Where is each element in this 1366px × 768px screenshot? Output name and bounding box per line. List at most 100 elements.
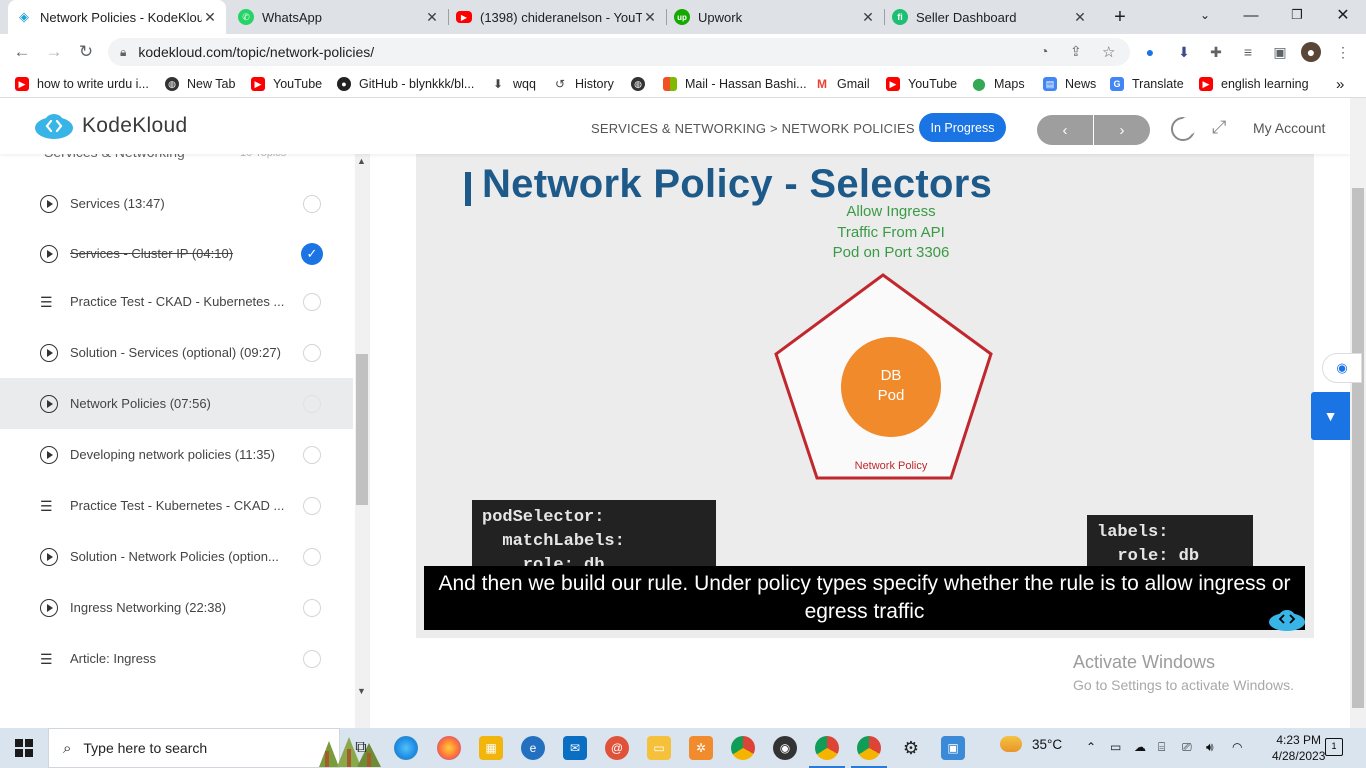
incomplete-status-icon[interactable] (303, 496, 321, 515)
profile-avatar[interactable]: ● (1301, 42, 1321, 62)
spiral-app-icon[interactable]: @ (605, 736, 629, 760)
bookmark-item[interactable]: ▶ english learning (1199, 75, 1309, 93)
bookmark-item[interactable]: ⬇ wqq (491, 75, 536, 93)
tab-search-icon[interactable]: ⌄ (1182, 0, 1228, 30)
close-tab-icon[interactable]: ✕ (642, 9, 658, 26)
remote-desktop-icon[interactable]: ▣ (941, 736, 965, 760)
close-tab-icon[interactable]: ✕ (424, 9, 440, 26)
bookmark-item[interactable]: Mail - Hassan Bashi... (663, 75, 807, 93)
battery-icon[interactable]: ▭ (1110, 740, 1121, 754)
tab-seller-dashboard[interactable]: fi Seller Dashboard ✕ (884, 0, 1096, 34)
lesson-item[interactable]: Developing network policies (11:35) (0, 429, 353, 480)
incomplete-status-icon[interactable] (303, 547, 321, 566)
bookmark-item[interactable]: ▶ how to write urdu i... (15, 75, 149, 93)
incomplete-status-icon[interactable] (303, 649, 321, 668)
bookmark-item[interactable]: G Translate (1110, 75, 1184, 93)
mail-icon[interactable]: ✉ (563, 736, 587, 760)
settings-icon[interactable]: ⚙ (899, 736, 923, 760)
lesson-item[interactable]: Ingress Networking (22:38) (0, 582, 353, 633)
incomplete-status-icon[interactable] (303, 292, 321, 311)
lesson-item[interactable]: Services - Cluster IP (04:10) ✓ (0, 228, 353, 279)
lesson-item[interactable]: Solution - Network Policies (option... (0, 531, 353, 582)
wifi-icon[interactable]: ◠ (1232, 740, 1242, 754)
close-window-button[interactable]: ✕ (1320, 0, 1366, 30)
meet-now-icon[interactable]: ⎚ (1182, 740, 1192, 755)
sidebar-scrollbar[interactable]: ▲ ▼ (355, 154, 369, 728)
browser-menu-icon[interactable]: ⋮ (1333, 42, 1353, 62)
incomplete-status-icon[interactable] (303, 445, 321, 464)
close-tab-icon[interactable]: ✕ (860, 9, 876, 26)
forward-arrow-icon[interactable]: → (42, 40, 66, 64)
page-scrollbar[interactable] (1350, 98, 1366, 728)
tab-whatsapp[interactable]: ✆ WhatsApp ✕ (230, 0, 448, 34)
scroll-down-arrow-icon[interactable]: ▼ (357, 686, 366, 696)
minimize-button[interactable]: — (1228, 0, 1274, 30)
kodekloud-logo[interactable]: KodeKloud (34, 112, 187, 140)
reload-icon[interactable]: ↻ (74, 40, 98, 64)
address-bar[interactable]: 🔒︎ kodekloud.com/topic/network-policies/… (108, 38, 1130, 66)
lesson-item-active[interactable]: Network Policies (07:56) (0, 378, 353, 429)
performance-icon[interactable]: ◔ (1040, 43, 1048, 59)
weather-widget[interactable]: 35°C (1000, 736, 1062, 752)
chrome-profile-2-icon[interactable] (851, 736, 887, 768)
taskbar-search-input[interactable]: ⌕ Type here to search (48, 728, 381, 768)
bookmark-item[interactable]: M Gmail (815, 75, 870, 93)
lock-icon[interactable]: 🔒︎ (120, 45, 126, 60)
status-badge[interactable]: In Progress (919, 113, 1006, 142)
voice-input-icon[interactable]: ◉ (1322, 353, 1362, 383)
bookmark-item[interactable]: ◍ (631, 75, 653, 93)
scroll-up-arrow-icon[interactable]: ▲ (357, 156, 366, 166)
expand-icon[interactable]: ⤢ (1212, 117, 1226, 138)
settings-gear-app-icon[interactable]: ✲ (689, 736, 713, 760)
video-player[interactable]: Network Policy - Selectors Allow Ingress… (416, 154, 1314, 638)
side-panel-icon[interactable]: ▣ (1270, 42, 1290, 62)
edge-icon[interactable] (394, 736, 418, 760)
volume-icon[interactable]: 🔊︎ (1206, 740, 1214, 755)
show-hidden-icons-icon[interactable]: ⌃ (1086, 740, 1096, 754)
extensions-puzzle-icon[interactable]: ✚ (1206, 42, 1226, 62)
chat-support-button[interactable]: ▼ (1311, 392, 1350, 440)
back-arrow-icon[interactable]: ← (10, 40, 34, 64)
firefox-icon[interactable] (437, 736, 461, 760)
reading-list-icon[interactable]: ≡ (1238, 42, 1258, 62)
completed-check-icon[interactable]: ✓ (301, 242, 323, 265)
page-scroll-thumb[interactable] (1352, 188, 1364, 708)
dark-mode-toggle-icon[interactable] (1171, 117, 1197, 141)
lesson-item[interactable]: ☰ Article: Ingress (0, 633, 353, 684)
task-view-icon[interactable]: ⧉ (349, 736, 373, 760)
microsoft-store-icon[interactable]: ▦ (479, 736, 503, 760)
tab-youtube[interactable]: ▶ (1398) chideranelson - YouTube ✕ (448, 0, 666, 34)
file-explorer-icon[interactable]: ▭ (647, 736, 671, 760)
incomplete-status-icon[interactable] (303, 598, 321, 617)
previous-lesson-button[interactable]: ‹ (1037, 115, 1093, 145)
bookmark-item[interactable]: ▶ YouTube (251, 75, 322, 93)
bookmark-item[interactable]: ▶ YouTube (886, 75, 957, 93)
tab-upwork[interactable]: up Upwork ✕ (666, 0, 884, 34)
incomplete-status-icon[interactable] (303, 343, 321, 362)
close-tab-icon[interactable]: ✕ (1072, 9, 1088, 26)
onedrive-icon[interactable]: ☁ (1134, 740, 1146, 754)
restore-button[interactable]: ❐ (1274, 0, 1320, 30)
bookmark-item[interactable]: ↺ History (553, 75, 614, 93)
bookmark-item[interactable]: ◍ New Tab (165, 75, 235, 93)
lesson-item[interactable]: ☰ Practice Test - CKAD - Kubernetes ... (0, 276, 353, 327)
share-icon[interactable]: ⇪ (1070, 43, 1082, 60)
bookmark-star-icon[interactable]: ☆ (1102, 43, 1115, 61)
taskbar-clock[interactable]: 4:23 PM 4/28/2023 (1272, 732, 1325, 764)
incomplete-status-icon[interactable] (303, 194, 321, 213)
chrome-icon[interactable] (731, 736, 755, 760)
notifications-icon[interactable]: 1 (1325, 738, 1343, 756)
edge-legacy-icon[interactable]: e (521, 736, 545, 760)
bookmark-item[interactable]: ▤ News (1043, 75, 1096, 93)
start-button[interactable] (0, 728, 48, 768)
download-extension-icon[interactable]: ⬇ (1174, 42, 1194, 62)
lesson-item[interactable]: Solution - Services (optional) (09:27) (0, 327, 353, 378)
next-lesson-button[interactable]: › (1094, 115, 1150, 145)
camera-app-icon[interactable]: ◉ (773, 736, 797, 760)
tab-network-policies[interactable]: ◈ Network Policies - KodeKloud ✕ (8, 0, 226, 34)
my-account-link[interactable]: My Account (1253, 120, 1325, 136)
microphone-extension-icon[interactable]: ● (1140, 42, 1160, 62)
lesson-item[interactable]: Services (13:47) (0, 178, 353, 229)
chrome-profile-icon[interactable] (809, 736, 845, 768)
usb-device-icon[interactable]: ⌸ (1158, 740, 1165, 755)
